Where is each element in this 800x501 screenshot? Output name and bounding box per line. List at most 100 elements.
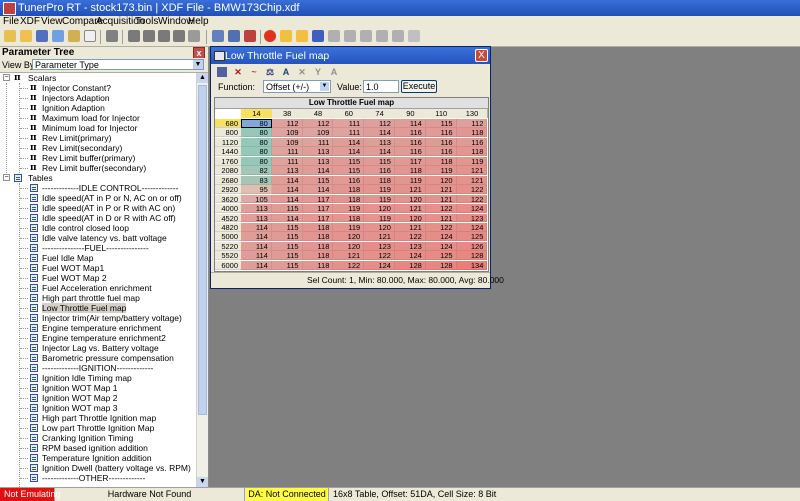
table-cell[interactable]: 118 [456,147,488,156]
table-cell[interactable]: 111 [333,119,365,128]
table-cell[interactable]: 128 [456,251,488,260]
table-cell[interactable]: 113 [364,137,395,147]
table-cell[interactable]: 118 [302,260,334,270]
table-cell[interactable]: 119 [456,156,488,166]
tree-item-table[interactable]: Engine temperature enrichment [0,323,190,333]
table-cell[interactable]: 116 [333,175,365,185]
row-header[interactable]: 5520 [215,251,241,260]
pause-icon[interactable] [376,30,388,42]
scroll-thumb[interactable] [198,85,207,415]
table-cell[interactable]: 121 [395,204,426,213]
table-cell[interactable]: 120 [333,232,365,241]
table-cell[interactable]: 114 [241,241,272,251]
column-header[interactable]: 38 [271,109,304,118]
table-cell[interactable]: 95 [241,185,272,194]
tree-item-table[interactable]: High part Throttle Ignition map [0,413,190,423]
table-cell[interactable]: 114 [241,260,272,270]
row-header[interactable]: 4520 [215,213,241,222]
table-cell[interactable]: 121 [333,251,365,260]
gauge-icon[interactable] [408,30,420,42]
tree-item-table[interactable]: Idle speed(AT in P or N, AC on or off) [0,193,190,203]
tree-item-table[interactable]: ---------------FUEL--------------- [0,243,190,253]
table-cell[interactable]: 125 [456,232,488,241]
table-cell[interactable]: 112 [271,119,303,128]
table-cell[interactable]: 116 [425,128,457,137]
scale-icon[interactable]: ⚖ [265,67,275,77]
tree-item-scalar[interactable]: π Rev Limit buffer(secondary) [0,163,190,173]
table-cell[interactable]: 115 [302,175,334,185]
log-folder-icon[interactable] [280,30,292,42]
table-cell[interactable]: 118 [302,241,334,251]
table-cell[interactable]: 122 [425,204,457,213]
table-cell[interactable]: 114 [271,185,303,194]
table-cell[interactable]: 116 [425,147,457,156]
arrow-up-icon[interactable] [143,30,155,42]
tree-node-tables[interactable]: − Tables [0,173,190,183]
table-cell[interactable]: 120 [364,204,395,213]
column-header[interactable]: 90 [395,109,427,118]
link-icon[interactable] [212,30,224,42]
table-cell[interactable]: 114 [271,175,303,185]
column-header[interactable]: 14 [241,109,273,118]
table-cell[interactable]: 80 [241,156,272,166]
table-cell[interactable]: 118 [395,166,426,175]
tree-item-scalar[interactable]: π Rev Limit(secondary) [0,143,190,153]
value-input[interactable]: 1.0 [363,80,399,93]
column-header[interactable]: 48 [302,109,335,118]
tree-item-table[interactable]: -------------IDLE CONTROL------------- [0,183,190,193]
column-header[interactable]: 74 [364,109,396,118]
tree-item-table[interactable]: Fuel WOT Map 2 [0,273,190,283]
tree-item-scalar[interactable]: π Minimum load for Injector [0,123,190,133]
table-cell[interactable]: 119 [333,204,365,213]
table-cell[interactable]: 115 [271,251,303,260]
log-save-icon[interactable] [312,30,324,42]
axis-icon[interactable]: A [281,67,291,77]
row-header[interactable]: 4820 [215,222,241,232]
row-header[interactable]: 3620 [215,194,241,204]
table-cell[interactable]: 111 [271,156,303,166]
table-cell[interactable]: 114 [364,128,395,137]
tree-item-table[interactable]: Ignition WOT map 3 [0,403,190,413]
table-cell[interactable]: 114 [271,213,303,222]
table-cell[interactable]: 118 [302,251,334,260]
table-cell[interactable]: 120 [395,213,426,222]
tree-item-table[interactable]: Low Throttle Fuel map [0,303,190,313]
table-cell[interactable]: 121 [425,185,457,194]
branch-icon[interactable]: Y [313,67,323,77]
table-cell[interactable]: 115 [271,222,303,232]
scroll-up-icon[interactable]: ▲ [197,73,208,83]
play-back-icon[interactable] [328,30,340,42]
table-cell[interactable]: 116 [395,137,426,147]
table-cell[interactable]: 122 [364,251,395,260]
scroll-down-icon[interactable]: ▼ [197,477,208,487]
view-by-select[interactable]: Parameter Type ▼ [32,59,204,70]
table-cell[interactable]: 109 [302,128,334,137]
table-cell[interactable]: 114 [333,137,365,147]
tree-item-scalar[interactable]: π Injectors Adaption [0,93,190,103]
table-cell[interactable]: 124 [425,241,457,251]
table-cell[interactable]: 117 [302,213,334,222]
new-file-icon[interactable] [84,30,96,42]
table-cell[interactable]: 124 [425,232,457,241]
record-icon[interactable] [264,30,276,42]
table-cell[interactable]: 114 [333,147,365,156]
table-cell[interactable]: 111 [271,147,303,156]
tree-scrollbar[interactable]: ▲ ▼ [196,73,208,487]
row-header[interactable]: 5220 [215,241,241,251]
log-open-icon[interactable] [296,30,308,42]
table-cell[interactable]: 118 [333,194,365,204]
table-cell[interactable]: 125 [425,251,457,260]
emulator-icon[interactable] [244,30,256,42]
table-cell[interactable]: 121 [456,166,488,175]
tree-item-table[interactable]: Barometric pressure compensation [0,353,190,363]
table-cell[interactable]: 134 [456,260,488,270]
tree-item-table[interactable]: Idle control closed loop [0,223,190,233]
table-window-titlebar[interactable]: Low Throttle Fuel map X [211,47,490,64]
table-cell[interactable]: 117 [302,194,334,204]
chevron-down-icon[interactable]: ▼ [320,82,329,91]
table-cell[interactable]: 122 [333,260,365,270]
tree-item-table[interactable]: Injector trim(Air temp/battery voltage) [0,313,190,323]
row-header[interactable]: 680 [215,119,241,128]
table-cell[interactable]: 119 [364,213,395,222]
table-cell[interactable]: 113 [271,166,303,175]
